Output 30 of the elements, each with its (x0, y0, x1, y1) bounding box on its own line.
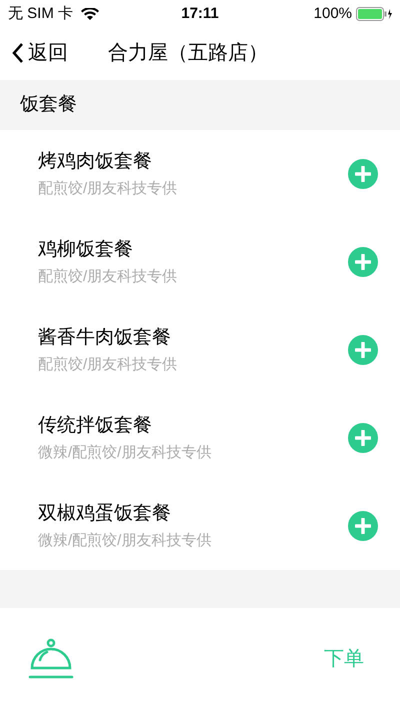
add-button[interactable] (348, 511, 378, 541)
meal-name: 鸡柳饭套餐 (38, 238, 134, 262)
chevron-left-icon (12, 42, 24, 64)
meal-name: 传统拌饭套餐 (38, 414, 153, 438)
meal-name: 烤鸡肉饭套餐 (38, 150, 153, 174)
meal-name: 酱香牛肉饭套餐 (38, 326, 172, 350)
plus-icon (355, 254, 371, 270)
meal-note: 微辣/配煎饺/朋友科技专供 (38, 443, 212, 463)
plus-icon (355, 518, 371, 534)
wifi-icon (81, 8, 100, 20)
meal-name: 双椒鸡蛋饭套餐 (38, 502, 172, 526)
add-button[interactable] (348, 247, 378, 277)
plus-icon (355, 166, 371, 182)
food-cloche-icon[interactable] (28, 638, 74, 680)
meal-note: 配煎饺/朋友科技专供 (38, 267, 178, 287)
add-button[interactable] (348, 423, 378, 453)
back-button[interactable]: 返回 (12, 38, 68, 68)
clock-time: 17:11 (181, 4, 219, 24)
add-button[interactable] (348, 335, 378, 365)
battery-icon (356, 7, 392, 21)
meal-note: 配煎饺/朋友科技专供 (38, 355, 178, 375)
plus-icon (355, 342, 371, 358)
meal-note: 微辣/配煎饺/朋友科技专供 (38, 531, 212, 551)
page-title: 合力屋（五路店） (108, 41, 268, 66)
add-button[interactable] (348, 159, 378, 189)
plus-icon (355, 430, 371, 446)
section-header: 饭套餐 (0, 80, 400, 130)
meal-note: 配煎饺/朋友科技专供 (38, 179, 178, 199)
battery-percent: 100% (314, 4, 352, 24)
carrier-label: 无 SIM 卡 (8, 4, 74, 24)
